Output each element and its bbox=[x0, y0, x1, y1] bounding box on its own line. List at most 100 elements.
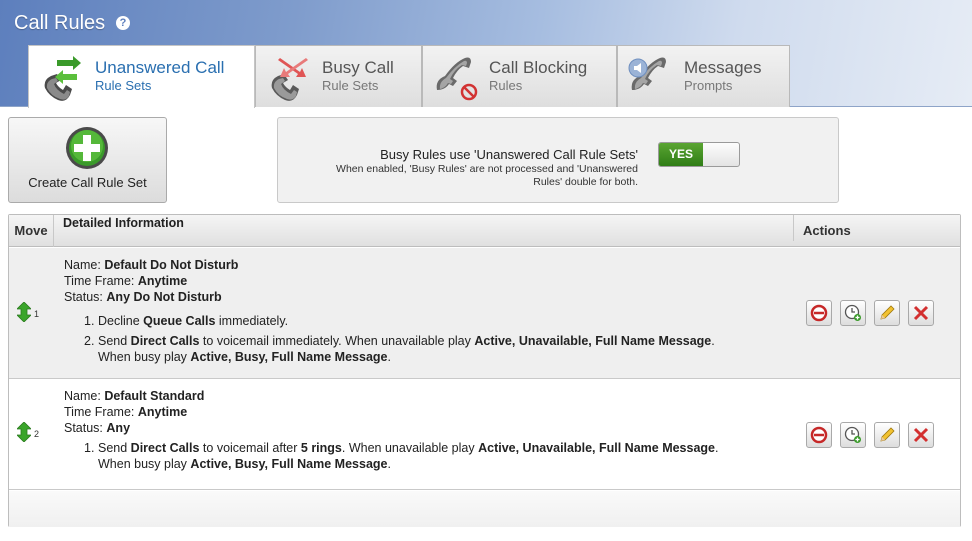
tab-unanswered-call[interactable]: Unanswered Call Rule Sets bbox=[28, 45, 255, 108]
rule-step: 2. Send Direct Calls to voicemail immedi… bbox=[84, 333, 715, 365]
move-up-down-icon bbox=[17, 422, 31, 442]
column-header-detailed-information: Detailed Information bbox=[63, 216, 184, 230]
time-frame-label: Time Frame: bbox=[64, 274, 135, 288]
step-text: to voicemail immediately. When unavailab… bbox=[199, 334, 475, 348]
rule-set-name: Default Do Not Disturb bbox=[104, 258, 239, 272]
disable-icon bbox=[810, 426, 828, 444]
tab-sublabel: Rules bbox=[489, 78, 523, 93]
rule-step: 1. Decline Queue Calls immediately. bbox=[84, 313, 715, 329]
step-number: 1. bbox=[84, 314, 95, 328]
busy-rules-setting: Busy Rules use 'Unanswered Call Rule Set… bbox=[277, 117, 839, 203]
tab-sublabel: Prompts bbox=[684, 78, 733, 93]
step-text-bold: 5 rings bbox=[300, 441, 342, 455]
phone-blocked-icon bbox=[436, 57, 478, 101]
step-text: . bbox=[387, 457, 391, 471]
column-header-move: Move bbox=[9, 215, 54, 247]
table-footer bbox=[9, 491, 960, 527]
step-text: Decline bbox=[98, 314, 144, 328]
step-text: Send bbox=[98, 441, 131, 455]
delete-button[interactable] bbox=[908, 300, 934, 326]
move-handle[interactable]: 1 bbox=[17, 302, 43, 322]
step-text: . bbox=[711, 334, 715, 348]
status-value: Any Do Not Disturb bbox=[106, 290, 222, 304]
step-text: . When unavailable play bbox=[341, 441, 479, 455]
busy-rules-description: When enabled, 'Busy Rules' are not proce… bbox=[336, 163, 638, 188]
toggle-yes-label: YES bbox=[659, 143, 703, 166]
rule-step: 1. Send Direct Calls to voicemail after … bbox=[84, 440, 718, 472]
step-text-bold: Active, Unavailable, Full Name Message bbox=[474, 334, 712, 348]
step-text-bold: Direct Calls bbox=[130, 441, 200, 455]
busy-rules-title: Busy Rules use 'Unanswered Call Rule Set… bbox=[380, 147, 638, 162]
phone-arrows-icon bbox=[44, 56, 81, 101]
step-text: When busy play bbox=[98, 457, 191, 471]
edit-button[interactable] bbox=[874, 422, 900, 448]
step-number: 2. bbox=[84, 334, 95, 348]
time-frame-value: Anytime bbox=[137, 274, 188, 288]
time-frame-label: Time Frame: bbox=[64, 405, 135, 419]
page-title: Call Rules bbox=[14, 12, 106, 34]
step-number: 1. bbox=[84, 441, 95, 455]
disable-button[interactable] bbox=[806, 422, 832, 448]
move-handle[interactable]: 2 bbox=[17, 422, 43, 442]
edit-button[interactable] bbox=[874, 300, 900, 326]
edit-icon bbox=[880, 305, 895, 320]
disable-button[interactable] bbox=[806, 300, 832, 326]
step-text-bold: Active, Busy, Full Name Message bbox=[190, 457, 388, 471]
phone-speaker-icon bbox=[628, 57, 666, 90]
tab-label: Call Blocking bbox=[489, 58, 588, 77]
page-header: Call Rules ? Unanswered Call Rule Sets B… bbox=[0, 0, 972, 108]
tab-call-blocking[interactable]: Call Blocking Rules bbox=[422, 45, 617, 107]
status-label: Status: bbox=[64, 421, 103, 435]
table-row: 2 Name: Default Standard Time Frame: Any… bbox=[9, 380, 960, 490]
table-row: 1 Name: Default Do Not Disturb Time Fram… bbox=[9, 248, 960, 379]
row-order-number: 2 bbox=[34, 429, 40, 439]
step-text: immediately. bbox=[215, 314, 289, 328]
schedule-icon bbox=[844, 304, 861, 321]
rule-set-name: Default Standard bbox=[104, 389, 205, 403]
create-call-rule-set-button[interactable]: Create Call Rule Set bbox=[8, 117, 167, 203]
step-text: . bbox=[715, 441, 719, 455]
rule-set-details: Name: Default Standard Time Frame: Anyti… bbox=[64, 388, 718, 476]
help-icon[interactable]: ? bbox=[116, 16, 130, 30]
tab-bar: Unanswered Call Rule Sets Busy Call Rule… bbox=[28, 45, 790, 108]
plus-icon bbox=[66, 127, 108, 169]
row-actions bbox=[806, 300, 936, 326]
name-label: Name: bbox=[64, 258, 101, 272]
status-label: Status: bbox=[64, 290, 103, 304]
schedule-button[interactable] bbox=[840, 300, 866, 326]
disable-icon bbox=[810, 304, 828, 322]
create-button-label: Create Call Rule Set bbox=[28, 175, 147, 190]
tab-sublabel: Rule Sets bbox=[322, 78, 379, 93]
tab-busy-call[interactable]: Busy Call Rule Sets bbox=[255, 45, 422, 107]
delete-icon bbox=[913, 305, 929, 321]
name-label: Name: bbox=[64, 389, 101, 403]
status-value: Any bbox=[106, 421, 131, 435]
step-text-bold: Active, Busy, Full Name Message bbox=[190, 350, 388, 364]
tab-label: Unanswered Call bbox=[95, 58, 225, 77]
phone-busy-icon bbox=[271, 58, 308, 101]
step-text: to voicemail after bbox=[199, 441, 301, 455]
step-text-bold: Active, Unavailable, Full Name Message bbox=[478, 441, 715, 455]
column-header-actions: Actions bbox=[793, 215, 961, 241]
step-text: When busy play bbox=[98, 350, 191, 364]
move-up-down-icon bbox=[17, 302, 31, 322]
tab-label: Busy Call bbox=[322, 58, 394, 77]
rule-steps: 1. Decline Queue Calls immediately. 2. S… bbox=[64, 313, 715, 365]
step-text-bold: Queue Calls bbox=[143, 314, 216, 328]
call-rule-sets-table: Move Detailed Information Actions 1 Name… bbox=[8, 214, 961, 527]
edit-icon bbox=[880, 427, 895, 442]
time-frame-value: Anytime bbox=[137, 405, 188, 419]
schedule-icon bbox=[844, 426, 861, 443]
tab-messages[interactable]: Messages Prompts bbox=[617, 45, 790, 107]
row-order-number: 1 bbox=[34, 309, 40, 319]
schedule-button[interactable] bbox=[840, 422, 866, 448]
tab-sublabel: Rule Sets bbox=[95, 78, 152, 93]
delete-icon bbox=[913, 427, 929, 443]
delete-button[interactable] bbox=[908, 422, 934, 448]
table-header: Move Detailed Information Actions bbox=[9, 215, 960, 247]
rule-set-details: Name: Default Do Not Disturb Time Frame:… bbox=[64, 257, 715, 369]
step-text-bold: Direct Calls bbox=[130, 334, 200, 348]
busy-rules-toggle[interactable]: YES bbox=[658, 142, 740, 167]
tab-label: Messages bbox=[684, 58, 762, 77]
step-text: . bbox=[387, 350, 391, 364]
